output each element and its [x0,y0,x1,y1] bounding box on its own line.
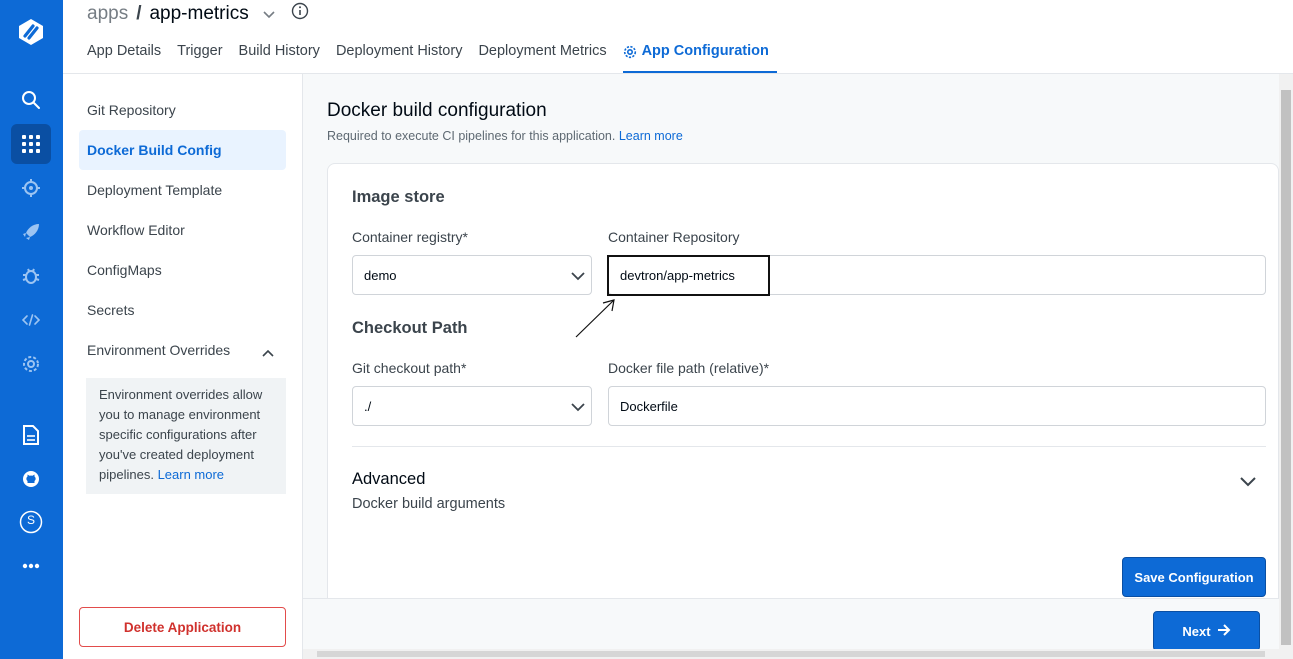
advanced-subtitle: Docker build arguments [352,496,506,512]
user-avatar-icon[interactable]: S [11,502,51,542]
sidebar-item-git-repository[interactable]: Git Repository [79,90,286,130]
sidebar-item-label: Deployment Template [87,182,223,198]
sidebar-item-label: Workflow Editor [87,222,185,238]
tab-label: Trigger [177,43,223,59]
image-store-title: Image store [352,188,445,206]
environment-overrides-note: Environment overrides allow you to manag… [86,378,286,494]
apps-grid-icon[interactable] [11,124,51,164]
info-icon[interactable] [291,2,309,26]
tab-deployment-history[interactable]: Deployment History [336,43,471,73]
chart-store-icon[interactable] [11,168,51,208]
arrow-right-icon [1217,623,1231,639]
annotation-arrow [575,299,615,338]
page-subtitle: Required to execute CI pipelines for thi… [327,129,683,143]
tab-trigger[interactable]: Trigger [177,43,230,73]
security-bug-icon[interactable] [11,256,51,296]
checkout-path-title: Checkout Path [352,319,468,337]
container-registry-select[interactable]: demo [352,255,592,295]
scrollbar-thumb[interactable] [1281,90,1291,645]
sidebar-item-label: Docker Build Config [87,142,222,158]
tab-label: Build History [238,43,320,59]
chevron-down-icon[interactable] [263,3,275,25]
page-subtitle-text: Required to execute CI pipelines for thi… [327,129,616,143]
scrollbar-thumb[interactable] [317,651,1265,657]
next-label: Next [1182,623,1211,639]
github-icon[interactable] [11,459,51,499]
sidebar-item-label: ConfigMaps [87,262,162,278]
git-checkout-path-select[interactable]: ./ [352,386,592,426]
code-icon[interactable] [11,300,51,340]
sidebar-item-label: Git Repository [87,102,176,118]
tab-label: Deployment Metrics [478,43,607,59]
page-title: Docker build configuration [327,100,547,121]
sidebar-item-configmaps[interactable]: ConfigMaps [79,250,286,290]
breadcrumb-apps[interactable]: apps [87,3,128,25]
sidebar-item-workflow-editor[interactable]: Workflow Editor [79,210,286,250]
nav-rail: S [0,0,63,659]
sidebar-item-environment-overrides[interactable]: Environment Overrides [79,330,286,370]
search-icon[interactable] [11,80,51,120]
annotation-highlight-box [607,255,770,296]
avatar-letter: S [26,513,35,527]
tab-label: Deployment History [335,43,463,59]
tab-label: App Details [87,43,162,59]
container-registry-label: Container registry* [352,229,468,245]
next-button[interactable]: Next [1153,611,1260,651]
tab-deployment-metrics[interactable]: Deployment Metrics [478,43,614,73]
chevron-down-icon [570,269,586,284]
app-name: app-metrics [149,3,249,24]
chevron-down-icon [570,400,586,415]
vertical-scrollbar[interactable] [1279,74,1293,659]
docker-file-path-value: Dockerfile [620,398,678,414]
container-repository-label: Container Repository [608,229,740,245]
docker-config-card: Image store Container registry* Containe… [327,163,1279,609]
chevron-up-icon[interactable] [262,344,274,360]
main-content: Docker build configuration Required to e… [303,74,1293,659]
divider [352,446,1266,447]
advanced-title[interactable]: Advanced [352,470,425,489]
config-sidebar: Git Repository Docker Build Config Deplo… [63,74,303,659]
sidebar-item-label: Environment Overrides [87,342,231,358]
page-header: apps / app-metrics App Details Trigger B… [63,0,1293,74]
learn-more-link[interactable]: Learn more [619,129,683,143]
git-checkout-path-label: Git checkout path* [352,360,467,376]
global-settings-icon[interactable] [11,344,51,384]
tab-label: App Configuration [641,43,769,59]
override-learn-more-link[interactable]: Learn more [158,467,224,482]
sidebar-item-deployment-template[interactable]: Deployment Template [79,170,286,210]
breadcrumb-separator: / [136,3,142,24]
sidebar-item-docker-build-config[interactable]: Docker Build Config [79,130,286,170]
git-checkout-path-value: ./ [364,398,372,414]
save-configuration-button[interactable]: Save Configuration [1122,557,1266,597]
tab-build-history[interactable]: Build History [239,43,328,73]
docker-file-path-input[interactable]: Dockerfile [608,386,1266,426]
chevron-down-icon[interactable] [1239,475,1257,493]
app-tabs: App Details Trigger Build History Deploy… [87,43,785,73]
tab-app-configuration[interactable]: App Configuration [622,43,778,73]
deploy-rocket-icon[interactable] [11,212,51,252]
sidebar-item-secrets[interactable]: Secrets [79,290,286,330]
docker-file-path-label: Docker file path (relative)* [608,360,770,376]
horizontal-scrollbar[interactable] [303,649,1279,659]
delete-application-button[interactable]: Delete Application [79,607,286,647]
tab-app-details[interactable]: App Details [87,43,169,73]
gear-icon [623,45,637,63]
container-registry-value: demo [364,267,397,283]
docs-icon[interactable] [11,415,51,455]
sidebar-item-label: Secrets [87,302,135,318]
devtron-logo-icon[interactable] [11,12,51,52]
breadcrumb: apps / app-metrics [87,2,309,26]
more-dots-icon[interactable] [11,546,51,586]
